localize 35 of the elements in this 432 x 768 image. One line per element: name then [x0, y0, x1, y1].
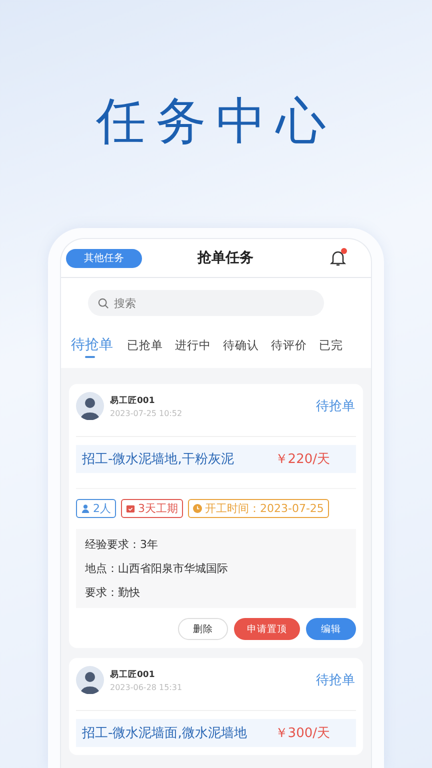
post-time: 2023-06-28 15:31: [110, 682, 184, 692]
status-tab[interactable]: 待确认: [223, 336, 259, 362]
search-icon: [98, 298, 109, 308]
bell-icon[interactable]: [329, 249, 347, 267]
task-title: 招工-微水泥墙面,微水泥墙地: [82, 725, 247, 742]
person-icon: [81, 504, 90, 513]
search-field[interactable]: 搜索: [88, 290, 324, 316]
task-status: 待抢单: [316, 672, 355, 689]
screen-title: 抢单任务: [196, 249, 254, 267]
user-name: 易工匠001: [110, 668, 156, 680]
detail-line: 经验要求：3年: [85, 537, 159, 552]
task-card[interactable]: 易工匠001 2023-06-28 15:31 待抢单 招工-微水泥墙面,微水泥墙地 ￥300/天: [69, 658, 363, 755]
delete-button[interactable]: 删除: [178, 618, 228, 640]
post-time: 2023-07-25 10:52: [110, 408, 184, 418]
task-price: ￥300/天: [274, 725, 330, 742]
detail-line: 地点：山西省阳泉市华城国际: [85, 561, 229, 576]
clock-icon: [193, 504, 202, 513]
task-price: ￥220/天: [274, 451, 330, 468]
task-card[interactable]: 易工匠001 2023-07-25 10:52 待抢单 招工-微水泥墙地,干粉灰泥 ￥220/天 2人 3天工期 开工时间：2023-07-25 经验要求：3年 地点：山西省阳泉市华城国际 要求：勤快 删除 申请置顶 编辑: [69, 384, 363, 648]
avatar-icon: [76, 392, 104, 420]
calendar-icon: [126, 504, 135, 513]
task-tag: 3天工期: [121, 499, 183, 518]
avatar-icon: [76, 666, 104, 694]
task-status: 待抢单: [316, 398, 355, 415]
task-tag: 开工时间：2023-07-25: [188, 499, 329, 518]
task-title: 招工-微水泥墙地,干粉灰泥: [82, 451, 234, 468]
status-tab[interactable]: 已抢单: [127, 336, 163, 362]
task-tag: 2人: [76, 499, 116, 518]
pin-request-button[interactable]: 申请置顶: [234, 618, 300, 640]
user-name: 易工匠001: [110, 394, 156, 406]
detail-line: 要求：勤快: [85, 585, 141, 600]
status-tab[interactable]: 待评价: [271, 336, 307, 362]
status-tab[interactable]: 进行中: [175, 336, 211, 362]
page-title: 任务中心: [96, 91, 336, 152]
status-tab[interactable]: 已完: [319, 336, 343, 362]
